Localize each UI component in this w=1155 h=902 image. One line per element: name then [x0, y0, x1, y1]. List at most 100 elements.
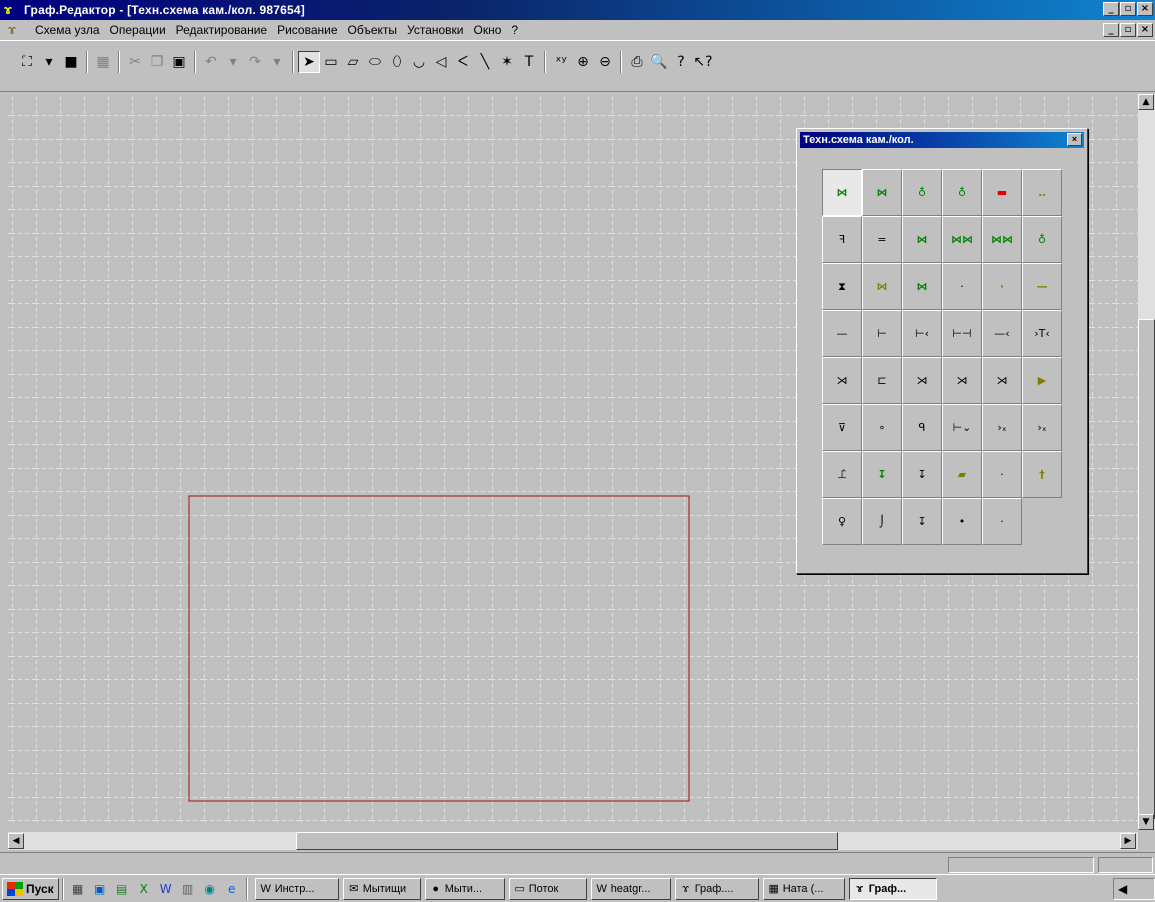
- palette-symbol-5-2[interactable]: ᑫ: [902, 404, 942, 451]
- text-icon[interactable]: T: [518, 51, 540, 73]
- palette-symbol-0-1[interactable]: ⋈: [862, 169, 902, 216]
- vertical-scrollbar[interactable]: ▲ ▼: [1138, 94, 1155, 830]
- excel-icon[interactable]: X: [135, 880, 153, 898]
- scroll-right-icon[interactable]: ▶: [1120, 833, 1136, 849]
- menu-edit[interactable]: Редактирование: [171, 21, 272, 39]
- xy-icon[interactable]: ˣʸ: [550, 51, 572, 73]
- palette-close-button[interactable]: ×: [1067, 133, 1082, 146]
- undo-icon[interactable]: ↶: [200, 51, 222, 73]
- palette-symbol-4-4[interactable]: ⋊: [982, 357, 1022, 404]
- redo-dropdown-icon[interactable]: ▾: [266, 51, 288, 73]
- menu-help[interactable]: ?: [506, 21, 523, 39]
- palette-symbol-5-0[interactable]: ⊽: [822, 404, 862, 451]
- palette-symbol-1-5[interactable]: ♁: [1022, 216, 1062, 263]
- scroll-up-icon[interactable]: ▲: [1138, 94, 1154, 110]
- copy-icon[interactable]: ❐: [146, 51, 168, 73]
- menu-scheme[interactable]: Схема узла: [30, 21, 105, 39]
- palette-symbol-4-5[interactable]: ▶: [1022, 357, 1062, 404]
- start-button[interactable]: Пуск: [2, 877, 59, 900]
- stamp-icon[interactable]: ▦: [92, 51, 114, 73]
- close-button[interactable]: ×: [1137, 2, 1153, 16]
- pointer-icon[interactable]: ➤: [298, 51, 320, 73]
- palette-symbol-5-5[interactable]: ›ₓ: [1022, 404, 1062, 451]
- palette-title-bar[interactable]: Техн.схема кам./кол. ×: [800, 132, 1084, 148]
- ie-icon[interactable]: e: [223, 880, 241, 898]
- binoculars-icon[interactable]: ⛶: [16, 51, 38, 73]
- taskbar-button[interactable]: ɤ Граф....: [674, 877, 759, 900]
- palette-symbol-7-3[interactable]: •: [942, 498, 982, 545]
- palette-symbol-2-3[interactable]: ·: [942, 263, 982, 310]
- rectangle-icon[interactable]: ▭: [320, 51, 342, 73]
- palette-symbol-2-4[interactable]: ·: [982, 263, 1022, 310]
- print-preview-icon[interactable]: 🔍: [648, 51, 670, 73]
- mdi-minimize-button[interactable]: _: [1103, 23, 1119, 37]
- outlook-icon[interactable]: ◉: [201, 880, 219, 898]
- palette-symbol-3-3[interactable]: ⊢⊣: [942, 310, 982, 357]
- palette-symbol-4-2[interactable]: ⋊: [902, 357, 942, 404]
- palette-symbol-4-1[interactable]: ⊏: [862, 357, 902, 404]
- taskbar-button[interactable]: ● Мыти...: [424, 877, 505, 900]
- palette-symbol-0-5[interactable]: ‥: [1022, 169, 1062, 216]
- palette-symbol-6-3[interactable]: ▰: [942, 451, 982, 498]
- palette-symbol-3-4[interactable]: —‹: [982, 310, 1022, 357]
- palette-symbol-3-2[interactable]: ⊢‹: [902, 310, 942, 357]
- cut-icon[interactable]: ✂: [124, 51, 146, 73]
- paste-icon[interactable]: ▣: [168, 51, 190, 73]
- speaker-icon[interactable]: ◀: [1118, 882, 1127, 896]
- arc-icon[interactable]: ◡: [408, 51, 430, 73]
- palette-symbol-2-2[interactable]: ⋈: [902, 263, 942, 310]
- menu-operations[interactable]: Операции: [105, 21, 171, 39]
- palette-symbol-4-0[interactable]: ⋊: [822, 357, 862, 404]
- palette-symbol-6-1[interactable]: ↧: [862, 451, 902, 498]
- palette-symbol-5-1[interactable]: ∘: [862, 404, 902, 451]
- palette-symbol-1-3[interactable]: ⋈⋈: [942, 216, 982, 263]
- vertical-scroll-thumb[interactable]: [1138, 319, 1155, 819]
- palette-symbol-7-4[interactable]: ·: [982, 498, 1022, 545]
- palette-symbol-6-0[interactable]: ⊥̂: [822, 451, 862, 498]
- scroll-left-icon[interactable]: ◀: [8, 833, 24, 849]
- minimize-button[interactable]: _: [1103, 2, 1119, 16]
- taskbar-button[interactable]: ɤ Граф...: [848, 877, 937, 900]
- palette-symbol-7-2[interactable]: ↧: [902, 498, 942, 545]
- taskbar-button[interactable]: W Инстр...: [254, 877, 339, 900]
- palette-symbol-2-0[interactable]: ⧗: [822, 263, 862, 310]
- palette-symbol-6-2[interactable]: ↧: [902, 451, 942, 498]
- zoom-out-icon[interactable]: ⊖: [594, 51, 616, 73]
- palette-symbol-0-0[interactable]: ⋈: [822, 169, 862, 216]
- maximize-button[interactable]: ▫: [1120, 2, 1136, 16]
- palette-symbol-1-4[interactable]: ⋈⋈: [982, 216, 1022, 263]
- menu-settings[interactable]: Установки: [402, 21, 468, 39]
- palette-symbol-3-1[interactable]: ⊢: [862, 310, 902, 357]
- save-icon[interactable]: ■: [60, 51, 82, 73]
- mdi-restore-button[interactable]: ▫: [1120, 23, 1136, 37]
- palette-symbol-4-3[interactable]: ⋊: [942, 357, 982, 404]
- app-icon[interactable]: ▥: [179, 880, 197, 898]
- palette-symbol-5-3[interactable]: ⊢⌄: [942, 404, 982, 451]
- parallelogram-icon[interactable]: ▱: [342, 51, 364, 73]
- palette-symbol-7-0[interactable]: ♀: [822, 498, 862, 545]
- palette-symbol-1-1[interactable]: =: [862, 216, 902, 263]
- palette-symbol-6-5[interactable]: †: [1022, 451, 1062, 498]
- palette-symbol-0-2[interactable]: ♁: [902, 169, 942, 216]
- palette-symbol-0-4[interactable]: ▬: [982, 169, 1022, 216]
- palette-symbol-2-1[interactable]: ⋈: [862, 263, 902, 310]
- rounded-rect-icon[interactable]: ⬭: [364, 51, 386, 73]
- explorer-icon[interactable]: ▣: [91, 880, 109, 898]
- taskbar-button[interactable]: ▭ Поток: [508, 877, 587, 900]
- polyline-icon[interactable]: ᐸ: [452, 51, 474, 73]
- undo-dropdown-icon[interactable]: ▾: [222, 51, 244, 73]
- palette-symbol-7-1[interactable]: ⌡: [862, 498, 902, 545]
- menu-window[interactable]: Окно: [469, 21, 507, 39]
- palette-symbol-0-3[interactable]: ♁: [942, 169, 982, 216]
- horizontal-scrollbar[interactable]: ◀ ▶: [8, 832, 1138, 850]
- palette-symbol-3-0[interactable]: —: [822, 310, 862, 357]
- ellipse-icon[interactable]: ⬯: [386, 51, 408, 73]
- palette-symbol-2-5[interactable]: —: [1022, 263, 1062, 310]
- desktop-icon[interactable]: ▦: [69, 880, 87, 898]
- zoom-in-icon[interactable]: ⊕: [572, 51, 594, 73]
- document-icon[interactable]: ɤ: [8, 22, 26, 38]
- help-icon[interactable]: ?: [670, 51, 692, 73]
- horizontal-scroll-thumb[interactable]: [296, 832, 838, 850]
- taskbar-button[interactable]: ▦ Ната (...: [762, 877, 845, 900]
- menu-objects[interactable]: Объекты: [343, 21, 403, 39]
